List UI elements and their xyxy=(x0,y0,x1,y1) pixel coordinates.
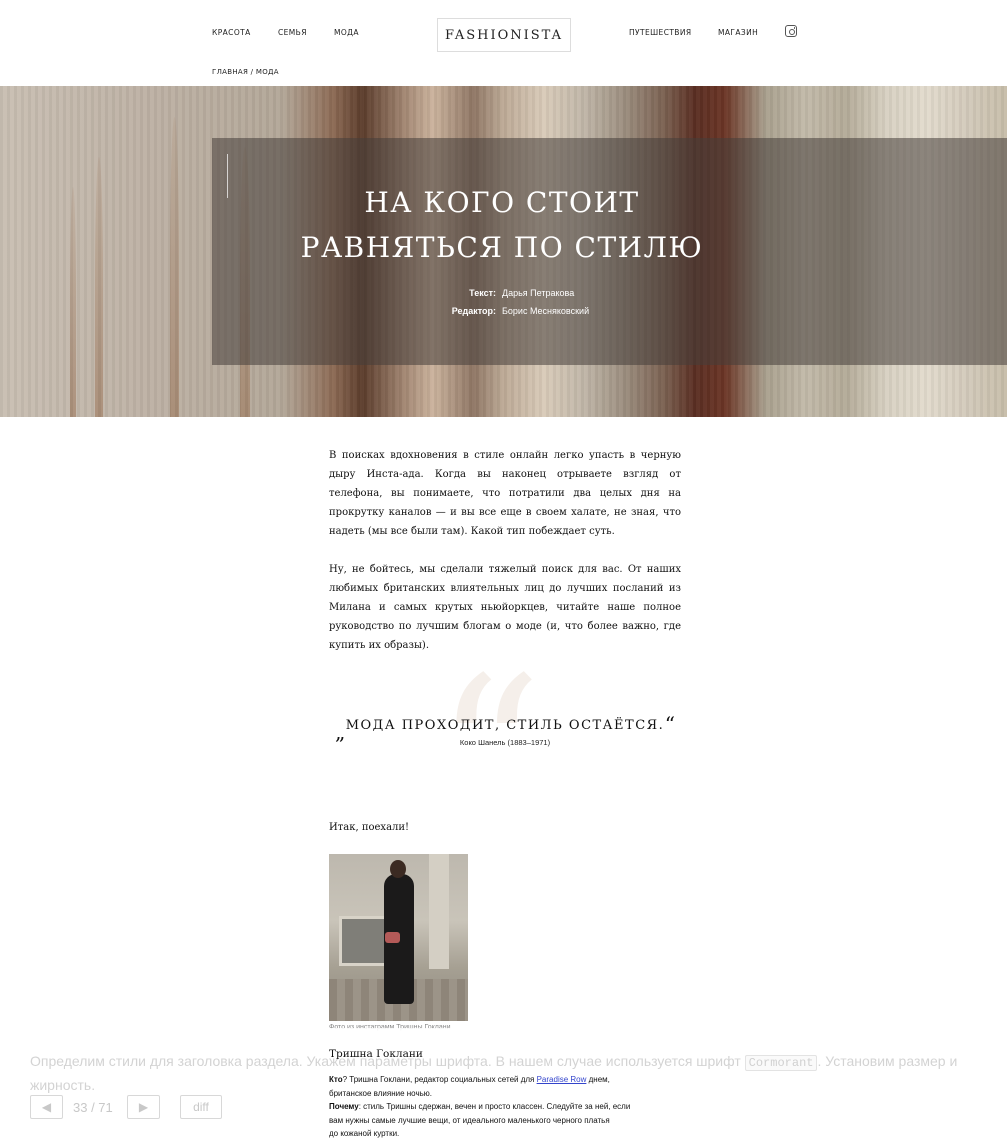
author-name: Дарья Петракова xyxy=(502,288,575,298)
quote-open-mark: „ xyxy=(335,720,346,744)
site-logo[interactable]: FASHIONISTA xyxy=(437,18,571,52)
page-title-line: РАВНЯТЬСЯ ПО СТИЛЮ xyxy=(300,231,704,264)
blogger-name: Тришна Гоклани xyxy=(329,1048,423,1060)
who-text: ? Тришна Гоклани, редактор социальных се… xyxy=(342,1075,537,1084)
prev-step-button[interactable]: ◀ xyxy=(30,1095,63,1119)
instagram-icon[interactable] xyxy=(785,25,797,37)
who-label: Кто xyxy=(329,1075,343,1084)
next-step-button[interactable]: ▶ xyxy=(127,1095,160,1119)
decor-reed xyxy=(95,157,103,417)
quote-decor-icon: “ xyxy=(435,632,543,877)
breadcrumb-separator: / xyxy=(250,68,254,76)
nav-item-shop[interactable]: МАГАЗИН xyxy=(718,28,758,37)
who-text: днем, xyxy=(586,1075,610,1084)
breadcrumb-current[interactable]: МОДА xyxy=(256,68,279,76)
blogger-photo xyxy=(329,854,468,1021)
who-text: британское влияние ночью. xyxy=(329,1088,432,1098)
prev-arrow-icon: ◀ xyxy=(41,1100,52,1114)
diff-button[interactable]: diff xyxy=(180,1095,222,1119)
paradise-row-link[interactable]: Paradise Row xyxy=(537,1075,587,1084)
breadcrumb: ГЛАВНАЯ / МОДА xyxy=(212,68,279,76)
article-credits: Текст: Дарья Петракова Редактор: Борис М… xyxy=(212,288,792,324)
author-label: Текст: xyxy=(469,288,496,298)
page-title-line: НА КОГО СТОИТ xyxy=(364,186,640,219)
why-label: Почему xyxy=(329,1102,359,1111)
step-counter: 33 / 71 xyxy=(73,1100,113,1115)
section-lead: Итак, поехали! xyxy=(329,822,410,833)
pull-quote: „ МОДА ПРОХОДИТ, СТИЛЬ ОСТАЁТСЯ. “ Коко … xyxy=(335,712,675,747)
page-title: НА КОГО СТОИТ РАВНЯТЬСЯ ПО СТИЛЮ xyxy=(212,180,792,270)
font-name-code: Cormorant xyxy=(744,1055,818,1071)
why-text: до кожаной куртки. xyxy=(329,1129,400,1138)
editor-label: Редактор: xyxy=(451,306,496,316)
nav-item-family[interactable]: СЕМЬЯ xyxy=(278,28,307,37)
quote-close-mark: “ xyxy=(664,712,675,736)
quote-text: МОДА ПРОХОДИТ, СТИЛЬ ОСТАЁТСЯ. xyxy=(345,718,665,733)
why-text: вам нужны самые лучшие вещи, от идеально… xyxy=(329,1115,610,1125)
breadcrumb-home[interactable]: ГЛАВНАЯ xyxy=(212,68,248,76)
next-arrow-icon: ▶ xyxy=(138,1100,149,1114)
blogger-who: Кто? Тришна Гоклани, редактор социальных… xyxy=(329,1073,669,1100)
quote-author: Коко Шанель (1883–1971) xyxy=(459,738,551,747)
nav-item-fashion[interactable]: МОДА xyxy=(334,28,359,37)
nav-item-travel[interactable]: ПУТЕШЕСТВИЯ xyxy=(629,28,691,37)
article-paragraph: В поисках вдохновения в стиле онлайн лег… xyxy=(329,450,681,537)
blogger-why: Почему: стиль Тришны сдержан, вечен и пр… xyxy=(329,1100,669,1139)
decor-reed xyxy=(70,187,76,417)
nav-item-beauty[interactable]: КРАСОТА xyxy=(212,28,251,37)
editor-name: Борис Месняковский xyxy=(502,306,590,316)
site-header: КРАСОТА СЕМЬЯ МОДА FASHIONISTA ПУТЕШЕСТВ… xyxy=(0,0,1007,86)
why-text: : стиль Тришны сдержан, вечен и просто к… xyxy=(358,1102,631,1111)
decor-reed xyxy=(170,117,179,417)
